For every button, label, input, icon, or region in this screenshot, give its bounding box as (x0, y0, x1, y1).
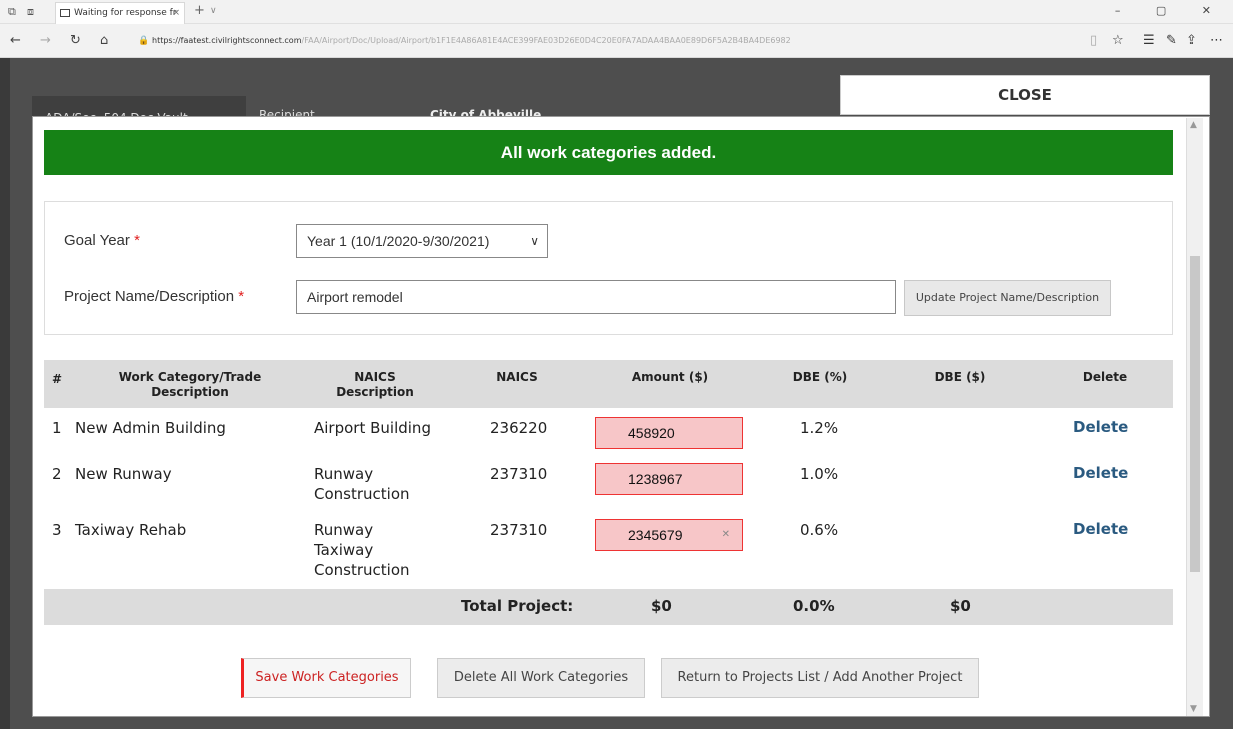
delete-all-work-categories-button[interactable]: Delete All Work Categories (437, 658, 645, 698)
col-header-naics-desc: NAICS Description (336, 370, 414, 399)
col-header-dbe-dollars: DBE ($) (934, 370, 986, 384)
row-naics-desc: Runway Construction (314, 465, 410, 503)
pen-icon[interactable]: ✎ (1166, 33, 1177, 48)
amount-input[interactable]: 1238967 (595, 463, 743, 495)
col-header-num: # (52, 372, 63, 386)
row-naics-desc: Airport Building (314, 419, 431, 437)
delete-row-link[interactable]: Delete (1073, 418, 1128, 436)
window-controls[interactable]: – ▢ ✕ (1115, 4, 1227, 17)
more-icon[interactable]: ⋯ (1210, 33, 1223, 48)
success-banner: All work categories added. (44, 130, 1173, 175)
clear-input-icon[interactable]: ✕ (722, 520, 730, 550)
close-button[interactable]: CLOSE (840, 75, 1210, 115)
return-to-projects-button[interactable]: Return to Projects List / Add Another Pr… (661, 658, 979, 698)
url-field[interactable]: 🔒 https://faatest.civilrightsconnect.com… (138, 33, 1048, 49)
tabs-aside-icon[interactable]: ⧈ (27, 5, 34, 19)
project-name-input[interactable]: Airport remodel (296, 280, 896, 314)
home-icon[interactable]: ⌂ (100, 33, 108, 48)
chevron-down-icon: ∨ (530, 234, 539, 248)
row-dbe-pct: 1.2% (800, 419, 839, 437)
reading-view-icon[interactable]: ▯ (1090, 33, 1097, 48)
total-dbe-dollars: $0 (950, 597, 971, 615)
total-dbe-pct: 0.0% (793, 597, 835, 615)
project-name-label: Project Name/Description * (64, 288, 245, 305)
back-arrow-icon[interactable]: ← (10, 33, 21, 48)
row-num: 3 (52, 521, 62, 539)
refresh-icon[interactable]: ↻ (70, 33, 81, 48)
share-icon[interactable]: ⇪ (1186, 33, 1197, 48)
row-dbe-pct: 1.0% (800, 465, 839, 483)
tab-actions-icon[interactable]: ⧉ (8, 5, 16, 19)
col-header-dbe-pct: DBE (%) (792, 370, 848, 384)
required-marker: * (238, 288, 245, 305)
row-dbe-pct: 0.6% (800, 521, 839, 539)
row-num: 2 (52, 465, 62, 483)
page-left-edge (0, 58, 10, 729)
favorite-star-icon[interactable]: ☆ (1112, 33, 1124, 48)
favorites-list-icon[interactable]: ☰ (1143, 33, 1155, 48)
scroll-up-icon[interactable]: ▲ (1190, 120, 1197, 130)
required-marker: * (134, 232, 140, 249)
delete-row-link[interactable]: Delete (1073, 520, 1128, 538)
row-naics: 237310 (490, 465, 548, 483)
goal-year-label: Goal Year * (64, 232, 140, 249)
tab-dropdown-icon[interactable]: ∨ (210, 6, 217, 16)
browser-tab[interactable]: Waiting for response fr × (55, 2, 185, 24)
page-favicon-icon (60, 9, 70, 17)
forward-arrow-icon[interactable]: → (40, 33, 51, 48)
new-tab-icon[interactable]: + (194, 3, 205, 18)
col-header-delete: Delete (1082, 370, 1128, 384)
update-project-button[interactable]: Update Project Name/Description (904, 280, 1111, 316)
scrollbar-thumb[interactable] (1190, 256, 1200, 572)
total-label: Total Project: (461, 597, 574, 615)
delete-row-link[interactable]: Delete (1073, 464, 1128, 482)
row-naics: 236220 (490, 419, 548, 437)
col-header-naics: NAICS (496, 370, 538, 384)
amount-input[interactable]: 2345679 ✕ (595, 519, 743, 551)
total-amount: $0 (651, 597, 672, 615)
row-category: Taxiway Rehab (75, 521, 187, 539)
col-header-category: Work Category/Trade Description (118, 370, 262, 399)
col-header-amount: Amount ($) (631, 370, 709, 384)
browser-address-bar: ← → ↻ ⌂ 🔒 https://faatest.civilrightscon… (0, 24, 1233, 58)
row-category: New Runway (75, 465, 172, 483)
lock-icon: 🔒 (138, 36, 150, 46)
goal-year-select[interactable]: Year 1 (10/1/2020-9/30/2021) ∨ (296, 224, 548, 258)
row-num: 1 (52, 419, 62, 437)
amount-input[interactable]: 458920 (595, 417, 743, 449)
tab-title: Waiting for response fr (74, 8, 177, 18)
tab-close-icon[interactable]: × (172, 3, 180, 23)
table-footer (44, 589, 1173, 625)
browser-tab-bar: ⧉ ⧈ Waiting for response fr × + ∨ – ▢ ✕ (0, 0, 1233, 24)
row-naics-desc: Runway Taxiway Construction (314, 521, 410, 579)
row-naics: 237310 (490, 521, 548, 539)
modal-scrollbar[interactable]: ▲ ▼ (1186, 118, 1203, 716)
row-category: New Admin Building (75, 419, 226, 437)
scroll-down-icon[interactable]: ▼ (1190, 704, 1197, 714)
save-work-categories-button[interactable]: Save Work Categories (241, 658, 411, 698)
